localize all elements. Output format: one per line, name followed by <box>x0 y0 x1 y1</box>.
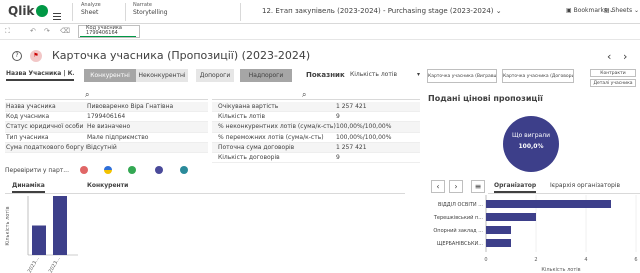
x-tick-label: 2 <box>534 257 537 263</box>
dropdown-arrow-icon: ▾ <box>416 71 420 78</box>
app-title[interactable]: 12. Етап закупівель (2023-2024) - Purcha… <box>262 7 502 15</box>
next-sheet-icon[interactable]: › <box>623 50 627 63</box>
organizer-tabs: Організатор Ієрархія організаторів <box>488 180 640 194</box>
selection-bar-indicator <box>80 36 136 37</box>
ukraine-registry-icon[interactable] <box>104 166 112 174</box>
blue-registry-icon[interactable] <box>155 166 163 174</box>
teal-registry-icon[interactable] <box>180 166 188 174</box>
contracts-button[interactable]: Контракти <box>590 69 636 77</box>
step-back-icon[interactable]: ↶ <box>30 27 36 35</box>
bookmark-icon: ▣ <box>566 7 572 14</box>
table-row[interactable]: Сума податкового боргу (наВідсутній <box>5 142 208 153</box>
list-view-icon[interactable]: ≡ <box>471 180 485 193</box>
sheet-logo-icon: ⚑ <box>30 50 42 62</box>
x-tick-label: 2023... <box>48 256 62 273</box>
prev-sheet-icon[interactable]: ‹ <box>607 50 611 63</box>
table-row[interactable]: Код учасника 1799406164 <box>5 112 208 123</box>
won-share-circle: Що виграли 100,0% <box>503 116 559 172</box>
registry-check-icon[interactable] <box>80 166 88 174</box>
menu-icon[interactable] <box>52 6 62 20</box>
circle-label: Що виграли <box>512 132 550 139</box>
table-row[interactable]: Статус юридичної особи Не визначено <box>5 122 208 133</box>
organizer-chart: 0 2 4 6 ВІДДІЛ ОСВІТИ ... Терешківський п... О… <box>433 195 638 273</box>
nav-divider <box>240 3 241 21</box>
table-row[interactable]: % переможних лотів (сума/к-сть) 100,00%/1… <box>212 133 420 143</box>
analyze-tab[interactable]: Analyze Sheet <box>81 2 101 16</box>
bar <box>486 213 536 221</box>
step-forward-icon[interactable]: ↷ <box>44 27 50 35</box>
bar <box>486 226 511 234</box>
bar <box>53 196 67 255</box>
selection-tools-icon[interactable]: ⛶ <box>5 27 10 36</box>
next-page-button[interactable]: › <box>449 180 463 193</box>
x-tick-label: 6 <box>634 257 637 263</box>
bar <box>32 225 46 255</box>
narrate-tab[interactable]: Narrate Storytelling <box>133 2 168 16</box>
table-row[interactable]: Поточна сума договорів 1 257 421 <box>212 142 420 153</box>
category-label: Опорний заклад ... <box>433 227 483 234</box>
clear-selections-icon[interactable]: ⌫ <box>60 27 70 35</box>
chevron-down-icon: ⌄ <box>495 7 502 15</box>
competitive-button[interactable]: Конкурентні <box>84 69 136 82</box>
tab-organizer[interactable]: Організатор <box>494 182 537 193</box>
contract-cards-button[interactable]: Карточка учасника (Договори) <box>502 69 574 83</box>
sheets-button[interactable]: ▤ Sheets ⌄ <box>604 7 639 14</box>
indicator-select[interactable]: Кількість лотів ▾ <box>350 71 420 78</box>
x-tick-label: 2023... <box>27 256 41 273</box>
contract-cards-left-button[interactable]: Карточка учасника (Вигравші) <box>427 69 497 83</box>
participant-name-filter[interactable]: Назва Учасника | К... <box>6 70 74 81</box>
tab-competitors[interactable]: Конкуренти <box>87 182 128 189</box>
mid-table-header: ⌕ <box>212 89 420 100</box>
sheets-icon: ▤ <box>604 7 610 14</box>
check-partner-label: Перевірити у парт... <box>5 167 69 174</box>
left-table-header: ⌕ <box>5 89 208 100</box>
category-label: ЩЕРБАНІВСЬКИ... <box>437 241 484 247</box>
search-icon[interactable]: ⌕ <box>302 90 306 100</box>
help-icon[interactable]: ? <box>12 51 22 61</box>
tab-dynamics[interactable]: Динаміка <box>12 182 45 193</box>
participant-info-table: Назва учасника Пивоваренко Віра Гнатівна … <box>5 102 208 153</box>
table-row[interactable]: Назва учасника Пивоваренко Віра Гнатівна <box>5 102 208 113</box>
x-tick-label: 4 <box>584 257 587 263</box>
nav-divider <box>125 3 126 21</box>
bar <box>486 200 611 208</box>
right-panel-title: Подані цінові пропозиції <box>428 94 543 103</box>
x-axis-label: Кількість лотів <box>541 267 580 273</box>
dynamics-tabs: Динаміка Конкуренти <box>5 182 405 194</box>
bar <box>486 239 511 247</box>
thresholds-button[interactable]: Допороги <box>196 69 234 82</box>
y-axis-label: Кількість лотів <box>5 206 11 245</box>
indicator-label: Показник <box>306 71 345 79</box>
selection-bar: ⛶ ↶ ↷ ⌫ Код учасника 1799406164 <box>0 24 640 40</box>
participant-stats-table: Очікувана вартість 1 257 421 Кількість ло… <box>212 102 420 164</box>
table-row[interactable]: % неконкурентних лотів (сума/к-сть)100,0… <box>212 122 420 133</box>
table-row[interactable]: Кількість договорів 9 <box>212 153 420 164</box>
participant-details-button[interactable]: Деталі учасника <box>590 79 636 87</box>
circle-value: 100,0% <box>518 143 544 150</box>
top-bar: Qlik Analyze Sheet Narrate Storytelling 12… <box>0 0 640 24</box>
nav-divider <box>72 3 73 21</box>
category-label: ВІДДІЛ ОСВІТИ ... <box>438 202 483 208</box>
table-row[interactable]: Кількість лотів 9 <box>212 112 420 123</box>
table-row[interactable]: Очікувана вартість 1 257 421 <box>212 102 420 113</box>
green-registry-icon[interactable] <box>128 166 136 174</box>
dynamics-chart: Кількість лотів 2023... 2023... <box>5 196 78 273</box>
above-threshold-button[interactable]: Надпороги <box>240 69 292 82</box>
noncompetitive-button[interactable]: Неконкурентні <box>136 69 188 82</box>
prev-page-button[interactable]: ‹ <box>431 180 445 193</box>
logo-dot-icon <box>36 5 49 17</box>
table-row[interactable]: Тип учасника Мале підприємство <box>5 133 208 143</box>
category-label: Терешківський п... <box>433 214 484 221</box>
qlik-logo[interactable]: Qlik <box>8 4 49 18</box>
search-icon[interactable]: ⌕ <box>85 90 89 100</box>
selection-chip[interactable]: Код учасника 1799406164 <box>78 25 140 38</box>
page-title: Карточка учасника (Пропозиції) (2023-202… <box>52 49 311 62</box>
x-tick-label: 0 <box>484 257 487 263</box>
tab-organizer-hierarchy[interactable]: Ієрархія організаторів <box>550 182 620 189</box>
